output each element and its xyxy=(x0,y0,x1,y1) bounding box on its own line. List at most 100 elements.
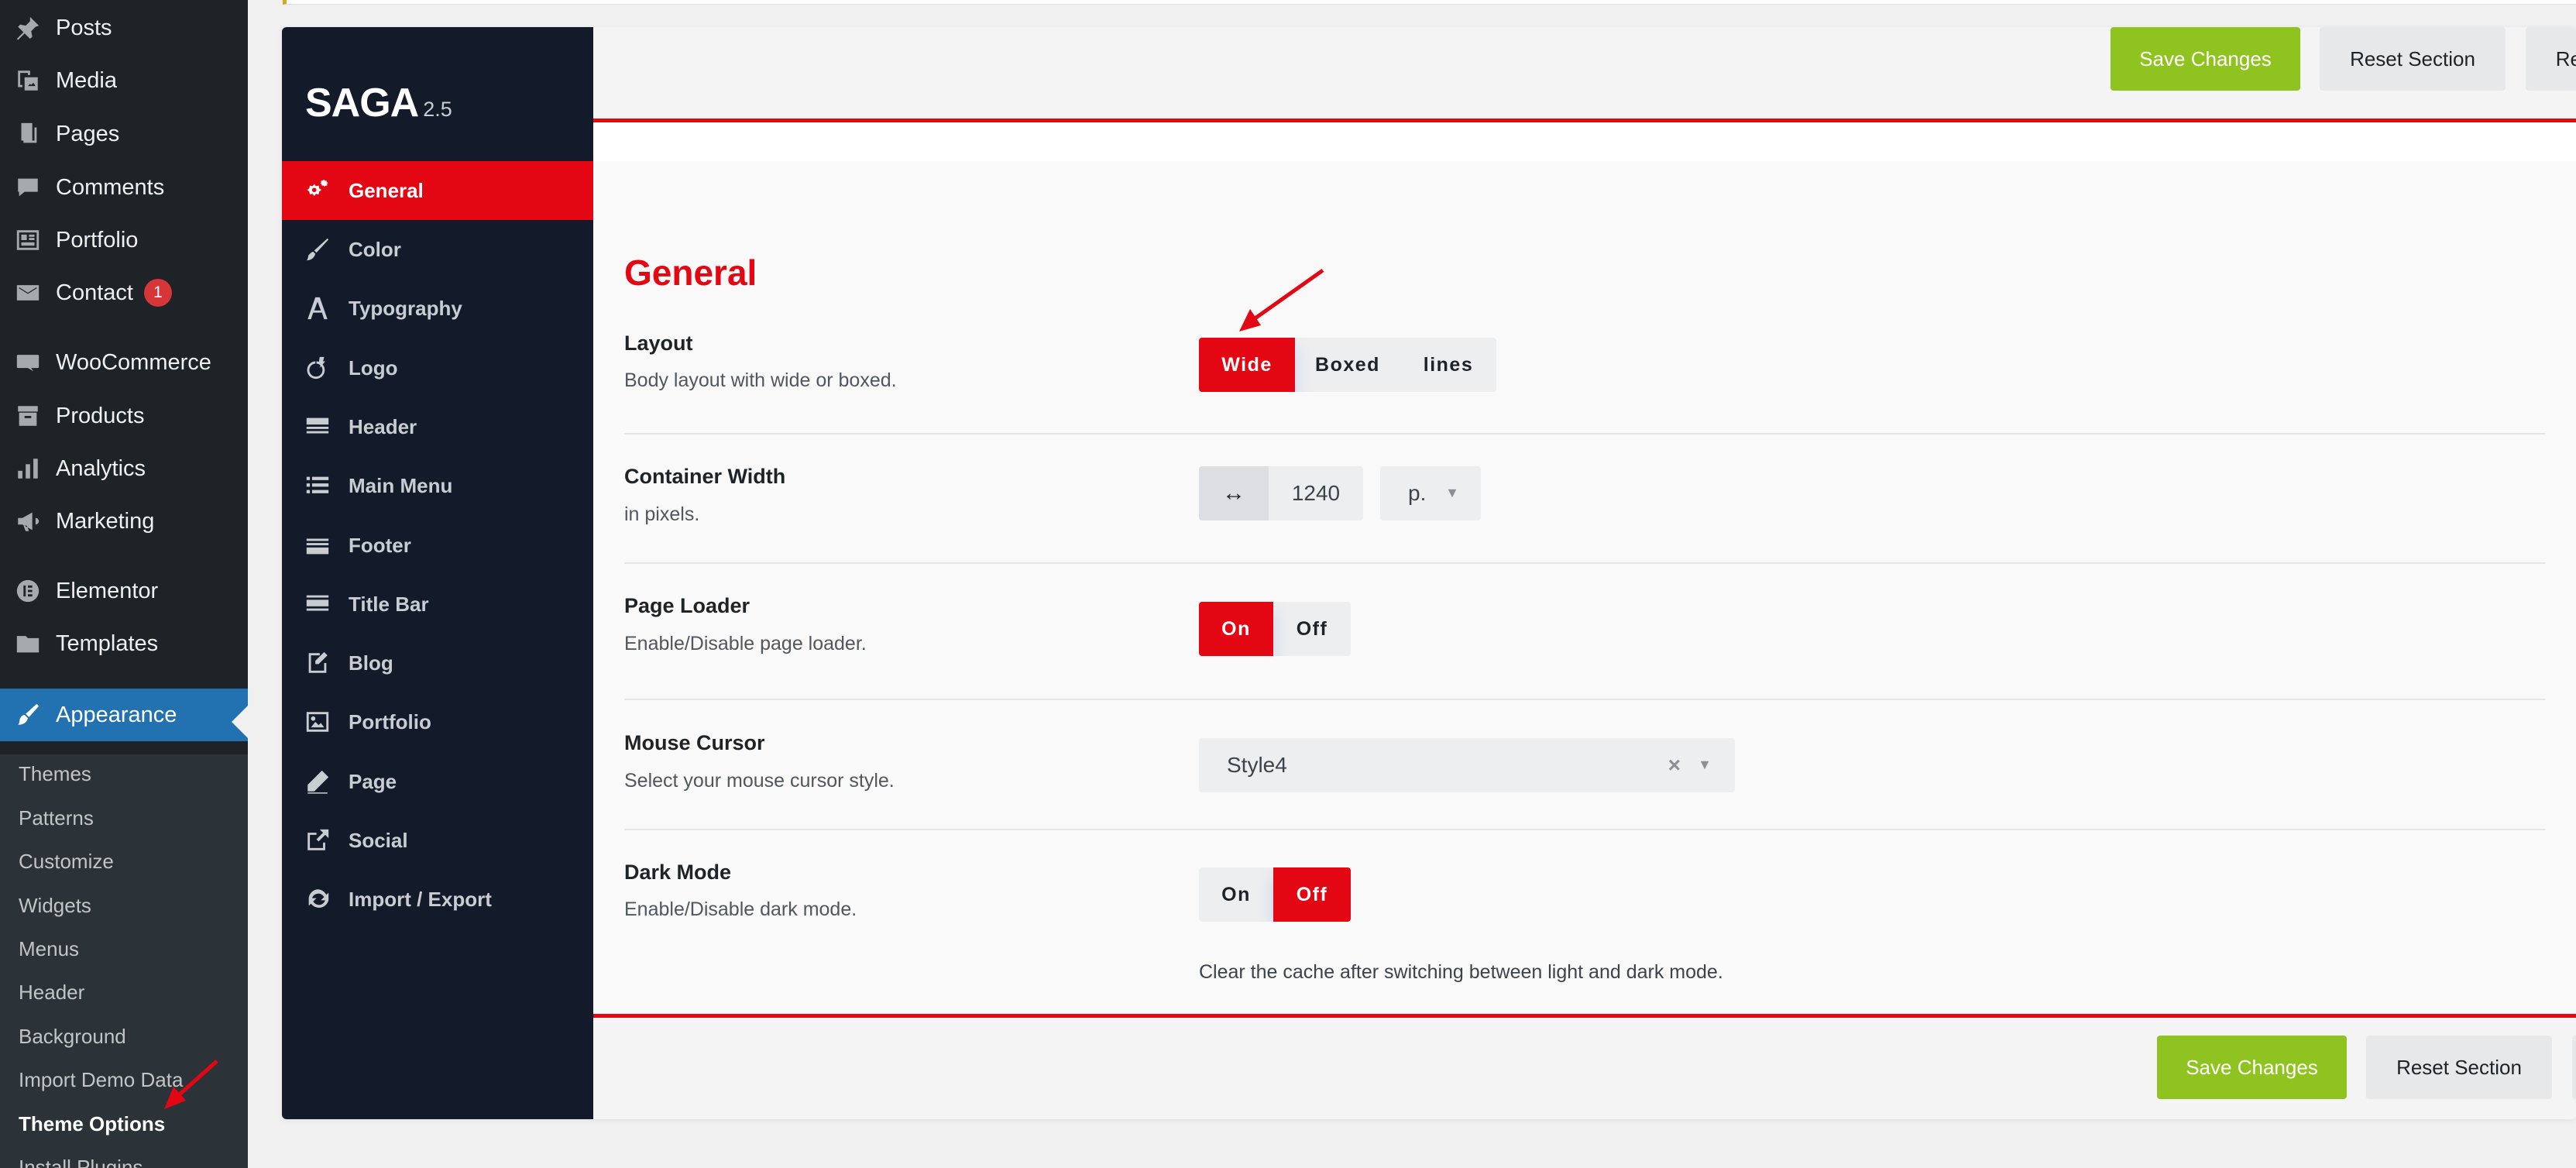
notification-badge: 1 xyxy=(143,279,172,307)
menu-item-appearance[interactable]: Appearance xyxy=(0,689,248,741)
font-icon xyxy=(302,293,333,324)
menu-label: Media xyxy=(56,67,117,93)
chevron-down-icon: ▼ xyxy=(1445,485,1459,500)
submenu-import-demo-data[interactable]: Import Demo Data xyxy=(19,1064,183,1095)
submenu-themes[interactable]: Themes xyxy=(19,758,91,789)
menu-item-templates[interactable]: Templates xyxy=(0,619,248,668)
row-divider xyxy=(624,699,2545,700)
menu-label: Pages xyxy=(56,121,120,146)
logo-icon xyxy=(302,352,333,383)
reset-section-button[interactable]: Reset Section xyxy=(2320,27,2506,91)
layout-option-boxed[interactable]: Boxed xyxy=(1295,338,1400,392)
nav-header[interactable]: Header xyxy=(282,397,593,456)
media-icon xyxy=(14,67,42,94)
nav-main-menu[interactable]: Main Menu xyxy=(282,456,593,515)
image-icon xyxy=(302,706,333,737)
nav-label: Title Bar xyxy=(349,592,429,616)
save-changes-button[interactable]: Save Changes xyxy=(2111,27,2300,91)
container-width-description: in pixels. xyxy=(624,503,700,525)
section-title: General xyxy=(624,252,757,293)
admin-notice-strip xyxy=(283,0,2576,5)
layout-option-wide[interactable]: Wide xyxy=(1199,338,1295,392)
save-changes-button[interactable]: Save Changes xyxy=(2157,1036,2347,1099)
comment-icon xyxy=(14,173,42,201)
dark-mode-label: Dark Mode xyxy=(624,861,732,884)
nav-color[interactable]: Color xyxy=(282,220,593,279)
container-width-input[interactable]: 1240 xyxy=(1269,466,1363,520)
submenu-header[interactable]: Header xyxy=(19,977,84,1008)
menu-item-pages[interactable]: Pages xyxy=(0,109,248,159)
brand: SAGA 2.5 xyxy=(305,80,452,126)
menu-item-woocommerce[interactable]: WooCommerce xyxy=(0,338,248,387)
submenu-install-plugins[interactable]: Install Plugins xyxy=(19,1152,143,1168)
row-divider xyxy=(624,433,2545,435)
layout-description: Body layout with wide or boxed. xyxy=(624,369,897,391)
footer-icon xyxy=(302,530,333,561)
options-sidebar: SAGA 2.5 General Color Typography Logo H… xyxy=(282,27,593,1119)
page-loader-on[interactable]: On xyxy=(1199,602,1273,656)
menu-label: Contact xyxy=(56,280,133,305)
panel-footer: Save Changes Reset Section Reset All xyxy=(593,1014,2576,1119)
menu-item-media[interactable]: Media xyxy=(0,56,248,105)
share-icon xyxy=(302,825,333,856)
submenu-customize[interactable]: Customize xyxy=(19,846,114,877)
clear-icon[interactable]: × xyxy=(1668,753,1681,778)
menu-item-marketing[interactable]: Marketing xyxy=(0,496,248,546)
submenu-menus[interactable]: Menus xyxy=(19,933,79,964)
submenu-background[interactable]: Background xyxy=(19,1021,126,1052)
brand-name: SAGA xyxy=(305,81,419,125)
title-bar-icon xyxy=(302,589,333,620)
nav-import-export[interactable]: Import / Export xyxy=(282,870,593,929)
reset-section-button[interactable]: Reset Section xyxy=(2366,1036,2552,1099)
panel-header: Save Changes Reset Section Reset All xyxy=(593,27,2576,122)
width-arrows-icon: ↔ xyxy=(1199,466,1269,520)
menu-label: Analytics xyxy=(56,455,146,481)
reset-all-button[interactable]: Reset All xyxy=(2572,1036,2576,1099)
unit-select[interactable]: p. ▼ xyxy=(1380,466,1481,520)
row-divider xyxy=(624,562,2545,564)
mouse-cursor-value: Style4 xyxy=(1227,753,1287,777)
layout-option-lines[interactable]: lines xyxy=(1400,338,1496,392)
page-loader-off[interactable]: Off xyxy=(1273,602,1351,656)
nav-logo[interactable]: Logo xyxy=(282,338,593,397)
menu-item-products[interactable]: Products xyxy=(0,391,248,441)
submenu-theme-options[interactable]: Theme Options xyxy=(19,1108,165,1139)
nav-footer[interactable]: Footer xyxy=(282,516,593,575)
dark-mode-on[interactable]: On xyxy=(1199,867,1273,922)
nav-page[interactable]: Page xyxy=(282,752,593,811)
nav-label: Footer xyxy=(349,533,411,557)
appearance-submenu: Themes Patterns Customize Widgets Menus … xyxy=(0,754,248,1168)
mouse-cursor-select[interactable]: Style4 × ▼ xyxy=(1199,738,1735,792)
menu-label: Templates xyxy=(56,630,159,656)
header-spacer xyxy=(593,122,2576,161)
submenu-widgets[interactable]: Widgets xyxy=(19,890,91,921)
nav-label: Logo xyxy=(349,356,398,380)
submenu-patterns[interactable]: Patterns xyxy=(19,802,94,833)
layout-button-set: Wide Boxed lines xyxy=(1199,338,1496,392)
menu-item-portfolio[interactable]: Portfolio xyxy=(0,215,248,265)
nav-portfolio[interactable]: Portfolio xyxy=(282,692,593,751)
dark-mode-switch: On Off xyxy=(1199,867,1351,922)
nav-typography[interactable]: Typography xyxy=(282,279,593,338)
nav-title-bar[interactable]: Title Bar xyxy=(282,575,593,634)
page-loader-switch: On Off xyxy=(1199,602,1351,656)
menu-item-contact[interactable]: Contact 1 xyxy=(0,268,248,318)
menu-item-comments[interactable]: Comments xyxy=(0,163,248,212)
nav-label: Header xyxy=(349,414,417,438)
nav-blog[interactable]: Blog xyxy=(282,634,593,692)
nav-label: Social xyxy=(349,828,408,852)
container-width-input-group: ↔ 1240 xyxy=(1199,466,1363,520)
dark-mode-off[interactable]: Off xyxy=(1273,867,1351,922)
menu-item-elementor[interactable]: Elementor xyxy=(0,566,248,616)
nav-label: Portfolio xyxy=(349,709,431,733)
archive-icon xyxy=(14,402,42,430)
nav-general[interactable]: General xyxy=(282,161,593,220)
reset-all-button[interactable]: Reset All xyxy=(2526,27,2576,91)
menu-label: Elementor xyxy=(56,578,159,603)
menu-item-analytics[interactable]: Analytics xyxy=(0,444,248,493)
menu-label: Marketing xyxy=(56,508,155,534)
nav-social[interactable]: Social xyxy=(282,811,593,870)
brush-icon xyxy=(14,701,42,729)
nav-label: Blog xyxy=(349,651,393,675)
menu-item-posts[interactable]: Posts xyxy=(0,3,248,53)
